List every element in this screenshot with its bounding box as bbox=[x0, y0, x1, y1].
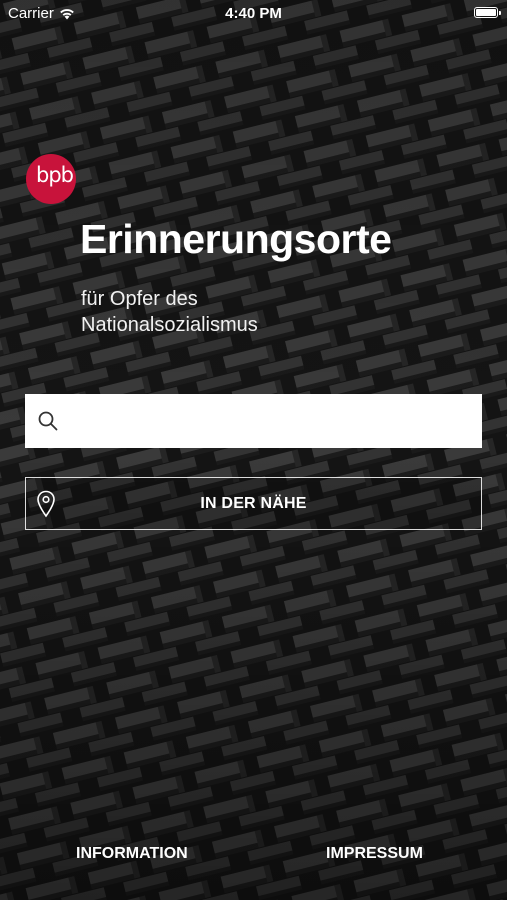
nearby-button[interactable]: IN DER NÄHE bbox=[25, 477, 482, 530]
app-subtitle: für Opfer des Nationalsozialismus bbox=[81, 286, 258, 338]
status-time: 4:40 PM bbox=[225, 5, 282, 22]
subtitle-line-1: für Opfer des bbox=[81, 288, 198, 310]
information-link[interactable]: INFORMATION bbox=[76, 845, 188, 863]
nearby-button-label: IN DER NÄHE bbox=[200, 495, 307, 512]
logo-text: bpb bbox=[36, 163, 74, 187]
battery-level bbox=[476, 9, 496, 16]
status-bar: Carrier 4:40 PM bbox=[0, 0, 507, 28]
bpb-logo: bpb bbox=[26, 154, 76, 204]
impressum-link[interactable]: IMPRESSUM bbox=[326, 845, 423, 863]
app-screen: Carrier 4:40 PM bpb Erinnerungsorte für … bbox=[0, 0, 507, 900]
search-box[interactable] bbox=[25, 394, 482, 450]
battery-icon bbox=[474, 7, 501, 18]
search-input[interactable] bbox=[73, 394, 477, 450]
subtitle-line-2: Nationalsozialismus bbox=[81, 314, 258, 336]
memorial-stones-background bbox=[0, 0, 507, 900]
search-icon bbox=[38, 411, 58, 431]
app-title: Erinnerungsorte bbox=[80, 216, 392, 262]
